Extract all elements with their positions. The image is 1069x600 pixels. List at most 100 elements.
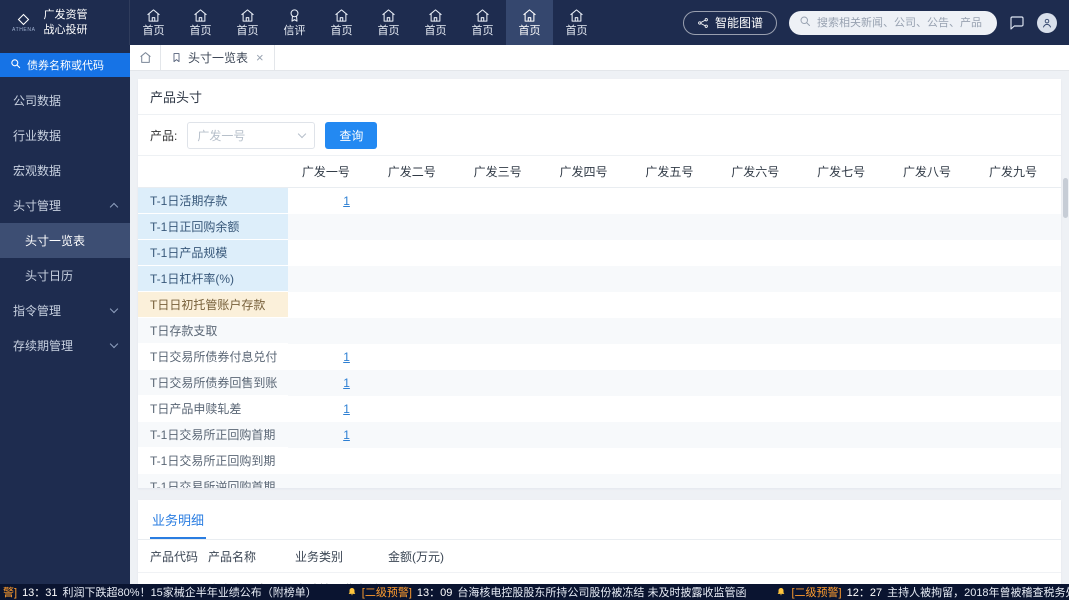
- top-nav-item-4[interactable]: 首页: [318, 0, 365, 45]
- main-content: 头寸一览表 × 产品头寸 产品: 广发一号 查询 广发一号广发二号广发: [130, 45, 1069, 584]
- top-nav-item-6[interactable]: 首页: [412, 0, 459, 45]
- sidebar-subitem-3-0[interactable]: 头寸一览表: [0, 223, 130, 258]
- ticker-time: 13：09: [417, 584, 452, 600]
- sidebar-bond-search[interactable]: 债券名称或代码: [0, 53, 130, 77]
- table-cell: [975, 214, 1061, 240]
- message-icon[interactable]: [1009, 15, 1025, 31]
- table-cell: [632, 188, 718, 214]
- knowledge-graph-button[interactable]: 智能图谱: [683, 11, 777, 35]
- row-label: T-1日产品规模: [138, 240, 288, 266]
- detail-tabs: 业务明细: [138, 500, 1061, 540]
- cell-value-link[interactable]: 1: [343, 350, 350, 364]
- table-cell: [803, 214, 889, 240]
- table-cell: [374, 318, 460, 344]
- sidebar-item-label: 行业数据: [13, 127, 61, 144]
- tab-position-overview[interactable]: 头寸一览表 ×: [160, 45, 275, 70]
- table-cell: [288, 266, 374, 292]
- tab-business-detail[interactable]: 业务明细: [150, 500, 206, 539]
- sidebar-menu: 公司数据行业数据宏观数据头寸管理头寸一览表头寸日历指令管理存续期管理: [0, 83, 130, 363]
- sidebar-subitem-3-1[interactable]: 头寸日历: [0, 258, 130, 293]
- table-cell: [717, 292, 803, 318]
- top-nav-item-0[interactable]: 首页: [130, 0, 177, 45]
- user-avatar[interactable]: [1037, 13, 1057, 33]
- table-cell: [546, 474, 632, 489]
- table-cell: [975, 188, 1061, 214]
- table-cell: [889, 188, 975, 214]
- table-cell: [975, 396, 1061, 422]
- column-header: 广发六号: [717, 156, 803, 188]
- table-cell: [546, 370, 632, 396]
- table-cell: [632, 422, 718, 448]
- table-row: T日交易所债券付息兑付1: [138, 344, 1061, 370]
- table-cell: [460, 448, 546, 474]
- home-icon: [569, 8, 584, 23]
- table-cell: [889, 396, 975, 422]
- ticker-item-1[interactable]: [二级预警]13：09台海核电控股股东所持公司股份被冻结 未及时披露收监管函: [347, 584, 747, 600]
- product-select[interactable]: 广发一号: [187, 122, 315, 149]
- row-label: T-1日交易所正回购到期: [138, 448, 288, 474]
- detail-cell: 审计披露费支付: [295, 573, 388, 585]
- table-cell: [546, 344, 632, 370]
- tab-close-icon[interactable]: ×: [256, 51, 264, 64]
- top-nav-item-1[interactable]: 首页: [177, 0, 224, 45]
- ticker-alert-tag: [二级预警]: [791, 584, 841, 600]
- top-nav-item-7[interactable]: 首页: [459, 0, 506, 45]
- table-cell: [460, 188, 546, 214]
- top-nav-item-5[interactable]: 首页: [365, 0, 412, 45]
- table-cell: [632, 344, 718, 370]
- table-cell: [546, 266, 632, 292]
- cell-value-link[interactable]: 1: [343, 376, 350, 390]
- sidebar-item-5[interactable]: 存续期管理: [0, 328, 130, 363]
- table-cell: [717, 396, 803, 422]
- detail-table: 产品代码产品名称业务类别金额(万元)2138广发多添富8号审计披露费支付90.4…: [138, 540, 1061, 584]
- sidebar-item-4[interactable]: 指令管理: [0, 293, 130, 328]
- row-label: T日存款支取: [138, 318, 288, 344]
- table-cell: [975, 474, 1061, 489]
- top-nav-item-9[interactable]: 首页: [553, 0, 600, 45]
- ticker-item-0[interactable]: 警]13：31利润下跌超80%！15家械企半年业绩公布（附榜单）: [3, 584, 317, 600]
- sidebar-item-1[interactable]: 行业数据: [0, 118, 130, 153]
- table-cell: [546, 188, 632, 214]
- detail-cell: 90.40: [388, 573, 488, 585]
- ticker-text: 台海核电控股股东所持公司股份被冻结 未及时披露收监管函: [457, 584, 746, 600]
- table-cell: [546, 422, 632, 448]
- top-nav-item-3[interactable]: 信评: [271, 0, 318, 45]
- table-cell: [803, 344, 889, 370]
- home-tab-button[interactable]: [130, 45, 160, 70]
- table-cell: [460, 266, 546, 292]
- sidebar-item-0[interactable]: 公司数据: [0, 83, 130, 118]
- table-cell: 1: [288, 422, 374, 448]
- table-cell: [889, 474, 975, 489]
- scrollbar-thumb[interactable]: [1063, 178, 1068, 218]
- table-cell: [717, 474, 803, 489]
- top-nav-label: 首页: [566, 26, 588, 37]
- query-button[interactable]: 查询: [325, 122, 377, 149]
- detail-column-header: 产品名称: [208, 540, 295, 573]
- cell-value-link[interactable]: 1: [343, 402, 350, 416]
- filter-row: 产品: 广发一号 查询: [138, 115, 1061, 156]
- row-label: T-1日杠杆率(%): [138, 266, 288, 292]
- table-row: T-1日正回购余额: [138, 214, 1061, 240]
- global-search-input[interactable]: [817, 17, 987, 29]
- table-cell: [975, 370, 1061, 396]
- content-scroll-area: 产品头寸 产品: 广发一号 查询 广发一号广发二号广发三号广发四号广发五号广发六…: [130, 71, 1069, 584]
- ticker-item-2[interactable]: [二级预警]12：27主持人被拘留，2018年曾被稽查税务处理1200余万元，罚…: [776, 584, 1069, 600]
- table-cell: [717, 344, 803, 370]
- table-cell: [803, 370, 889, 396]
- search-icon: [799, 15, 811, 30]
- home-icon: [146, 8, 161, 23]
- table-cell: 1: [288, 344, 374, 370]
- cell-value-link[interactable]: 1: [343, 428, 350, 442]
- sidebar-item-3[interactable]: 头寸管理: [0, 188, 130, 223]
- top-nav-item-2[interactable]: 首页: [224, 0, 271, 45]
- brand-text: ATHENA: [12, 27, 36, 33]
- cell-value-link[interactable]: 1: [343, 194, 350, 208]
- search-icon: [10, 58, 21, 72]
- table-cell: [889, 292, 975, 318]
- table-cell: [374, 214, 460, 240]
- sidebar-item-2[interactable]: 宏观数据: [0, 153, 130, 188]
- top-nav-item-8[interactable]: 首页: [506, 0, 553, 45]
- table-cell: [374, 370, 460, 396]
- table-cell: [975, 344, 1061, 370]
- logo-icon: ATHENA: [12, 13, 36, 33]
